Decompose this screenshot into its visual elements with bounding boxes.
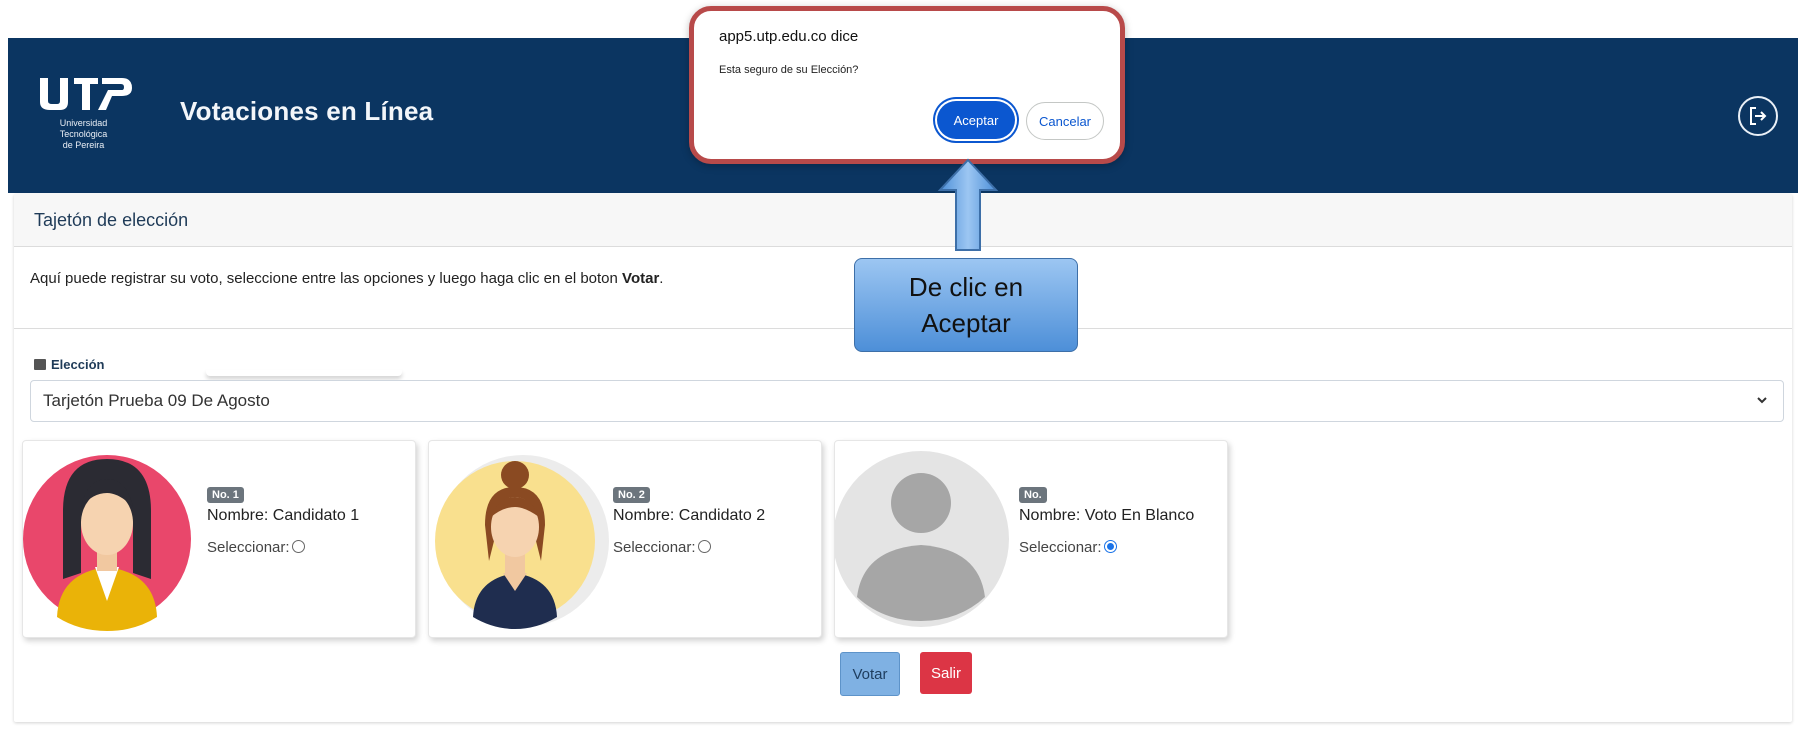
utp-logo[interactable]: Universidad Tecnológica de Pereira — [36, 74, 146, 151]
candidate-card[interactable]: No. Nombre: Voto En Blanco Seleccionar: — [834, 440, 1228, 638]
callout-line2: Aceptar — [921, 308, 1011, 338]
candidate-number-badge: No. — [1019, 487, 1047, 503]
candidate-card[interactable]: No. 1 Nombre: Candidato 1 Seleccionar: — [22, 440, 416, 638]
calendar-icon — [34, 359, 46, 370]
instructions-main: Aquí puede registrar su voto, seleccione… — [30, 270, 623, 287]
candidate-name: Nombre: Candidato 1 — [207, 507, 360, 524]
logout-icon — [1750, 107, 1767, 125]
candidate-2-radio[interactable] — [697, 540, 711, 553]
logo-subtitle: Universidad Tecnológica de Pereira — [36, 118, 131, 151]
vote-button[interactable]: Votar — [840, 652, 900, 696]
dialog-origin: app5.utp.edu.co dice — [719, 28, 859, 45]
exit-button[interactable]: Salir — [920, 652, 972, 694]
candidate-select: Seleccionar: — [613, 539, 711, 556]
card-title: Tajetón de elección — [34, 210, 189, 230]
election-label: Elección — [34, 357, 104, 372]
candidate-name: Nombre: Candidato 2 — [613, 507, 766, 524]
logo-subtitle-line2: de Pereira — [62, 140, 105, 150]
callout-line1: De clic en — [908, 272, 1024, 302]
candidate-1-radio[interactable] — [291, 540, 305, 553]
select-label: Seleccionar: — [613, 539, 696, 556]
instruction-callout: De clic en Aceptar — [854, 258, 1078, 352]
election-select[interactable]: Tarjetón Prueba 09 De Agosto — [30, 380, 1784, 422]
blank-vote-radio[interactable] — [1103, 540, 1117, 553]
utp-logo-mark — [40, 78, 132, 110]
app-title: Votaciones en Línea — [180, 96, 434, 126]
blank-vote-avatar — [835, 451, 1009, 627]
select-label: Seleccionar: — [207, 539, 290, 556]
candidate-card[interactable]: No. 2 Nombre: Candidato 2 Seleccionar: — [428, 440, 822, 638]
instructions-text: Aquí puede registrar su voto, seleccione… — [30, 270, 663, 287]
decorative-shadow — [206, 370, 402, 376]
card-header: Tajetón de elección — [14, 194, 1792, 247]
candidate-select: Seleccionar: — [1019, 539, 1117, 556]
select-label: Seleccionar: — [1019, 539, 1102, 556]
candidate-select: Seleccionar: — [207, 539, 305, 556]
election-select-value: Tarjetón Prueba 09 De Agosto — [43, 391, 270, 410]
accept-button[interactable]: Aceptar — [937, 101, 1015, 139]
logout-button[interactable] — [1738, 96, 1778, 136]
candidate-2-avatar — [435, 455, 609, 629]
cancel-button[interactable]: Cancelar — [1026, 102, 1104, 140]
up-arrow-icon — [937, 158, 999, 251]
confirm-dialog: app5.utp.edu.co dice Esta seguro de su E… — [689, 6, 1125, 164]
instructions-bold: Votar — [622, 270, 660, 287]
election-label-text: Elección — [51, 357, 105, 372]
candidate-number-badge: No. 1 — [207, 487, 244, 503]
candidate-name: Nombre: Voto En Blanco — [1019, 507, 1195, 524]
dialog-message: Esta seguro de su Elección? — [719, 64, 859, 76]
instructions-end: . — [659, 270, 664, 287]
candidate-1-avatar — [23, 455, 191, 631]
candidate-number-badge: No. 2 — [613, 487, 650, 503]
logo-subtitle-line1: Universidad Tecnológica — [59, 118, 108, 139]
chevron-down-icon — [1757, 397, 1767, 404]
